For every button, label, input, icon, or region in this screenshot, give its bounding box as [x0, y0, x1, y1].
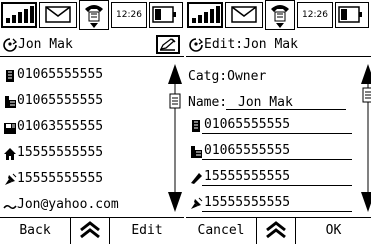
softkey-bar: Back Edit: [0, 217, 184, 244]
battery-icon: [149, 2, 183, 28]
name-label: Name:: [188, 95, 228, 110]
contact-view-screen: 12:26 Jon Mak 01065555555 01065555555 01…: [0, 0, 184, 244]
contact-header: Jon Mak: [0, 34, 184, 57]
satellite-icon: [189, 196, 203, 210]
back-softkey[interactable]: Back: [0, 218, 70, 244]
list-item[interactable]: 15555555555: [0, 141, 166, 165]
list-item[interactable]: 01065555555: [0, 63, 166, 87]
phone-number: 01065555555: [17, 67, 104, 82]
name-field[interactable]: Jon Mak: [238, 91, 293, 115]
fax-icon: [3, 120, 17, 134]
desk-phone-icon: [189, 118, 203, 132]
clock-time: 12:26: [111, 2, 147, 28]
satellite-icon: [3, 172, 17, 186]
email-address: Jon@yahoo.com: [17, 197, 119, 212]
contact-edit-screen: 12:26 Edit:Jon Mak Catg:Owner Name: Jon …: [186, 0, 371, 244]
edit-title: Edit:Jon Mak: [204, 37, 298, 52]
phone-number: 15555555555: [17, 145, 104, 160]
phone-field-row[interactable]: 01065555555: [186, 139, 352, 163]
edit-softkey[interactable]: Edit: [110, 218, 184, 244]
clock-time: 12:26: [297, 2, 333, 28]
message-envelope-icon: [225, 2, 263, 28]
list-item[interactable]: 01063555555: [0, 115, 166, 139]
signal-strength-icon: [187, 2, 223, 28]
menu-up-chevron-icon[interactable]: [256, 218, 296, 244]
status-bar: 12:26: [186, 0, 371, 32]
menu-up-chevron-icon[interactable]: [70, 218, 110, 244]
vertical-scrollbar[interactable]: [361, 64, 371, 212]
email-icon: [3, 198, 17, 212]
contact-person-icon: [3, 38, 18, 60]
mobile-phone-icon: [189, 170, 203, 184]
ok-softkey[interactable]: OK: [296, 218, 371, 244]
list-item[interactable]: 15555555555: [0, 167, 166, 191]
phone-number: 15555555555: [17, 171, 104, 186]
phone-field-row[interactable]: 15555555555: [186, 191, 352, 215]
desk-phone-icon: [3, 68, 17, 82]
battery-icon: [335, 2, 369, 28]
signal-strength-icon: [1, 2, 37, 28]
phone-field-row[interactable]: 15555555555: [186, 165, 352, 189]
softkey-bar: Cancel OK: [186, 217, 371, 244]
call-phone-icon: [265, 0, 295, 30]
home-icon: [3, 146, 17, 160]
status-bar: 12:26: [0, 0, 184, 32]
vertical-scrollbar[interactable]: [168, 64, 182, 212]
office-building-icon: [3, 94, 17, 108]
phone-number: 01063555555: [17, 119, 104, 134]
list-item[interactable]: Jon@yahoo.com: [0, 193, 166, 217]
phone-field-row[interactable]: 01065555555: [186, 113, 352, 137]
name-field-row[interactable]: Name: Jon Mak: [186, 91, 352, 115]
category-row[interactable]: Catg:Owner: [186, 65, 352, 89]
phone-number: 01065555555: [17, 93, 104, 108]
call-phone-icon: [79, 0, 109, 30]
edit-header: Edit:Jon Mak: [186, 34, 371, 57]
contact-person-icon: [189, 38, 204, 60]
edit-contact-icon-button[interactable]: [156, 35, 180, 54]
cancel-softkey[interactable]: Cancel: [186, 218, 256, 244]
office-building-icon: [189, 144, 203, 158]
category-label: Catg:Owner: [188, 69, 267, 84]
contact-name-title: Jon Mak: [18, 37, 73, 52]
list-item[interactable]: 01065555555: [0, 89, 166, 113]
message-envelope-icon: [39, 2, 77, 28]
